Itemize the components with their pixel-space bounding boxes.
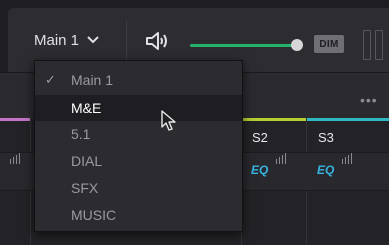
toolbar-divider — [126, 20, 127, 60]
check-icon: ✓ — [45, 72, 56, 87]
channel-name: S3 — [318, 130, 334, 145]
volume-slider-knob[interactable] — [291, 39, 303, 51]
split-view-icon[interactable] — [361, 30, 385, 60]
track-color-strip — [241, 118, 306, 121]
dim-button[interactable]: DIM — [314, 35, 344, 53]
volume-slider-track[interactable] — [190, 44, 294, 47]
menu-item-music[interactable]: MUSIC — [35, 202, 242, 228]
eq-button[interactable]: EQ — [251, 163, 268, 177]
mouse-cursor-icon — [160, 110, 178, 137]
track-color-strip — [306, 118, 389, 121]
menu-item-5-1[interactable]: 5.1 — [35, 121, 242, 147]
eq-button[interactable]: EQ — [317, 163, 334, 177]
channel-name: S2 — [252, 130, 268, 145]
menu-item-main-1[interactable]: ✓ Main 1 — [35, 67, 242, 93]
more-icon[interactable]: ••• — [360, 92, 378, 108]
menu-item-m-and-e[interactable]: M&E — [35, 95, 242, 121]
bus-dropdown-menu: ✓ Main 1 M&E 5.1 DIAL SFX MUSIC — [34, 60, 243, 232]
track-color-strip — [0, 118, 30, 121]
speaker-icon[interactable] — [145, 30, 171, 57]
bus-select[interactable]: Main 1 — [34, 28, 99, 52]
menu-item-dial[interactable]: DIAL — [35, 148, 242, 174]
bus-select-label: Main 1 — [34, 31, 80, 49]
menu-item-sfx[interactable]: SFX — [35, 175, 242, 201]
chevron-down-icon — [87, 36, 99, 44]
